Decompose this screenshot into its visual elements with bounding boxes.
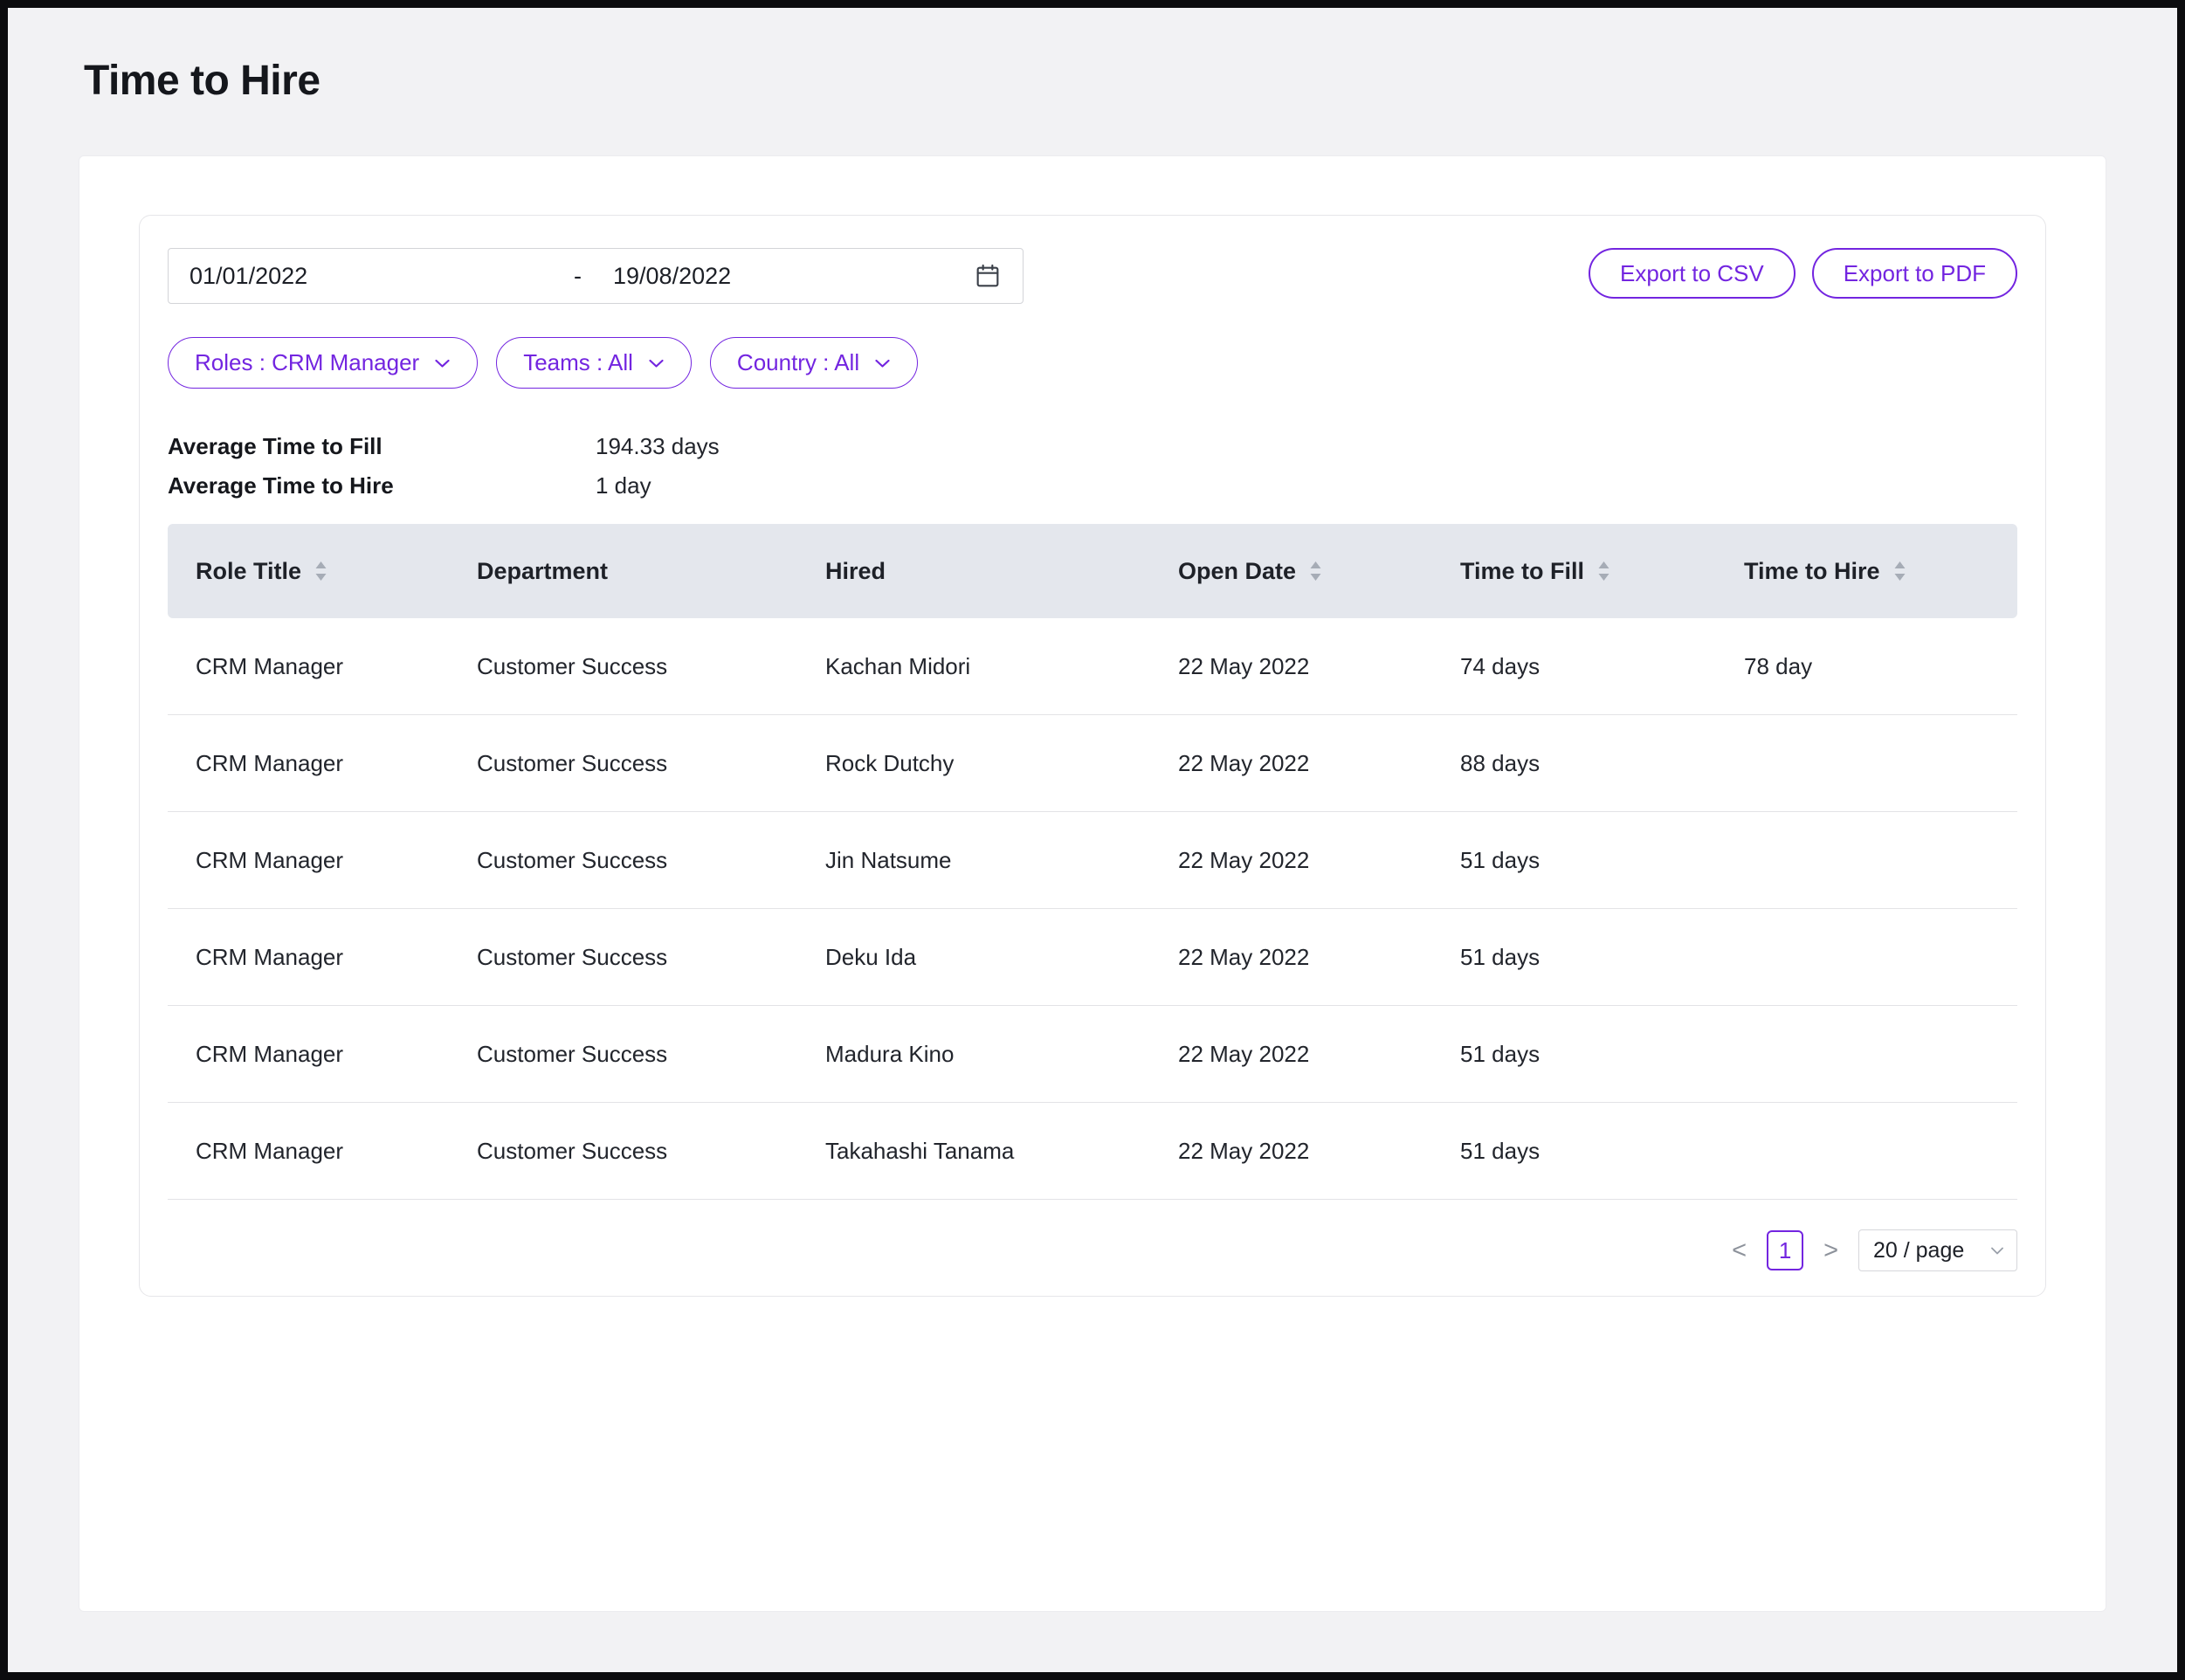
table-cell (1716, 1006, 2017, 1102)
table-cell: Customer Success (449, 1006, 797, 1102)
date-to-value[interactable]: 19/08/2022 (613, 263, 731, 290)
stat-label: Average Time to Hire (168, 472, 596, 499)
table-row: CRM ManagerCustomer SuccessMadura Kino22… (168, 1006, 2017, 1103)
sort-icon (1893, 561, 1906, 582)
column-header-open-date[interactable]: Open Date (1150, 524, 1432, 618)
sort-icon (1597, 561, 1610, 582)
time-to-hire-table: Role Title Department Hired Open Date Time t… (168, 524, 2017, 1200)
table-body: CRM ManagerCustomer SuccessKachan Midori… (168, 618, 2017, 1200)
pill-label: Roles : CRM Manager (195, 349, 419, 376)
table-row: CRM ManagerCustomer SuccessRock Dutchy22… (168, 715, 2017, 812)
table-cell: 51 days (1432, 1103, 1716, 1199)
page-title: Time to Hire (84, 57, 2177, 105)
stat-value: 194.33 days (596, 433, 720, 460)
report-panel: 01/01/2022 - 19/08/2022 Export to CSV (139, 215, 2046, 1297)
chevron-down-icon (434, 358, 451, 368)
stat-row-time-to-hire: Average Time to Hire 1 day (168, 466, 2017, 506)
table-cell: Customer Success (449, 715, 797, 811)
chevron-down-icon (1990, 1246, 2004, 1256)
sort-icon (1309, 561, 1322, 582)
table-row: CRM ManagerCustomer SuccessDeku Ida22 Ma… (168, 909, 2017, 1006)
table-cell: 78 day (1716, 618, 2017, 714)
column-header-time-to-hire[interactable]: Time to Hire (1716, 524, 2017, 618)
column-label: Role Title (196, 558, 301, 585)
column-label: Time to Fill (1460, 558, 1584, 585)
table-cell (1716, 909, 2017, 1005)
column-label: Open Date (1178, 558, 1296, 585)
next-page-button[interactable]: > (1820, 1235, 1842, 1267)
table-cell (1716, 812, 2017, 908)
table-cell: CRM Manager (168, 909, 449, 1005)
table-cell: 22 May 2022 (1150, 1103, 1432, 1199)
table-cell: CRM Manager (168, 618, 449, 714)
table-cell: CRM Manager (168, 715, 449, 811)
table-cell: 22 May 2022 (1150, 812, 1432, 908)
country-filter-pill[interactable]: Country : All (710, 337, 918, 389)
export-pdf-button[interactable]: Export to PDF (1812, 248, 2017, 299)
page-size-select[interactable]: 20 / page (1858, 1229, 2017, 1271)
toolbar: 01/01/2022 - 19/08/2022 Export to CSV (168, 248, 2017, 304)
export-buttons: Export to CSV Export to PDF (1589, 248, 2017, 299)
table-header-row: Role Title Department Hired Open Date Time t… (168, 524, 2017, 618)
table-cell: 51 days (1432, 909, 1716, 1005)
column-header-hired: Hired (797, 524, 1150, 618)
table-cell: CRM Manager (168, 812, 449, 908)
date-range-input[interactable]: 01/01/2022 - 19/08/2022 (168, 248, 1024, 304)
table-cell: 22 May 2022 (1150, 618, 1432, 714)
table-cell: Madura Kino (797, 1006, 1150, 1102)
sort-icon (314, 561, 327, 582)
content-card: 01/01/2022 - 19/08/2022 Export to CSV (79, 155, 2106, 1612)
column-header-department: Department (449, 524, 797, 618)
teams-filter-pill[interactable]: Teams : All (496, 337, 692, 389)
table-cell: 88 days (1432, 715, 1716, 811)
stat-value: 1 day (596, 472, 651, 499)
table-cell: Customer Success (449, 812, 797, 908)
table-cell: CRM Manager (168, 1006, 449, 1102)
chevron-down-icon (648, 358, 665, 368)
table-cell: 22 May 2022 (1150, 715, 1432, 811)
column-label: Time to Hire (1744, 558, 1880, 585)
pagination: < 1 > 20 / page (168, 1229, 2017, 1271)
date-range-separator: - (574, 263, 582, 290)
table-cell (1716, 715, 2017, 811)
table-cell: 51 days (1432, 1006, 1716, 1102)
page-size-value: 20 / page (1873, 1238, 1964, 1263)
current-page-button[interactable]: 1 (1767, 1230, 1803, 1270)
table-cell: 22 May 2022 (1150, 1006, 1432, 1102)
table-cell: Customer Success (449, 618, 797, 714)
date-from-value[interactable]: 01/01/2022 (190, 263, 574, 290)
chevron-down-icon (874, 358, 891, 368)
table-cell: Takahashi Tanama (797, 1103, 1150, 1199)
prev-page-button[interactable]: < (1728, 1235, 1750, 1267)
table-cell: Customer Success (449, 1103, 797, 1199)
table-cell: 22 May 2022 (1150, 909, 1432, 1005)
table-cell: 51 days (1432, 812, 1716, 908)
table-cell: Deku Ida (797, 909, 1150, 1005)
table-row: CRM ManagerCustomer SuccessKachan Midori… (168, 618, 2017, 715)
time-to-hire-page: Time to Hire 01/01/2022 - 19/08/2022 (8, 57, 2177, 1612)
column-header-role-title[interactable]: Role Title (168, 524, 449, 618)
roles-filter-pill[interactable]: Roles : CRM Manager (168, 337, 478, 389)
table-cell: Rock Dutchy (797, 715, 1150, 811)
table-cell: Jin Natsume (797, 812, 1150, 908)
summary-stats: Average Time to Fill 194.33 days Average… (168, 427, 2017, 506)
table-row: CRM ManagerCustomer SuccessTakahashi Tan… (168, 1103, 2017, 1200)
table-cell: Customer Success (449, 909, 797, 1005)
export-csv-button[interactable]: Export to CSV (1589, 248, 1796, 299)
table-cell (1716, 1103, 2017, 1199)
column-label: Hired (825, 558, 886, 585)
filter-pills: Roles : CRM Manager Teams : All Country : … (168, 337, 2017, 389)
table-cell: 74 days (1432, 618, 1716, 714)
table-cell: CRM Manager (168, 1103, 449, 1199)
calendar-icon[interactable] (974, 262, 1002, 290)
column-header-time-to-fill[interactable]: Time to Fill (1432, 524, 1716, 618)
column-label: Department (477, 558, 608, 585)
table-cell: Kachan Midori (797, 618, 1150, 714)
table-row: CRM ManagerCustomer SuccessJin Natsume22… (168, 812, 2017, 909)
pill-label: Country : All (737, 349, 859, 376)
pill-label: Teams : All (523, 349, 633, 376)
stat-row-time-to-fill: Average Time to Fill 194.33 days (168, 427, 2017, 466)
stat-label: Average Time to Fill (168, 433, 596, 460)
